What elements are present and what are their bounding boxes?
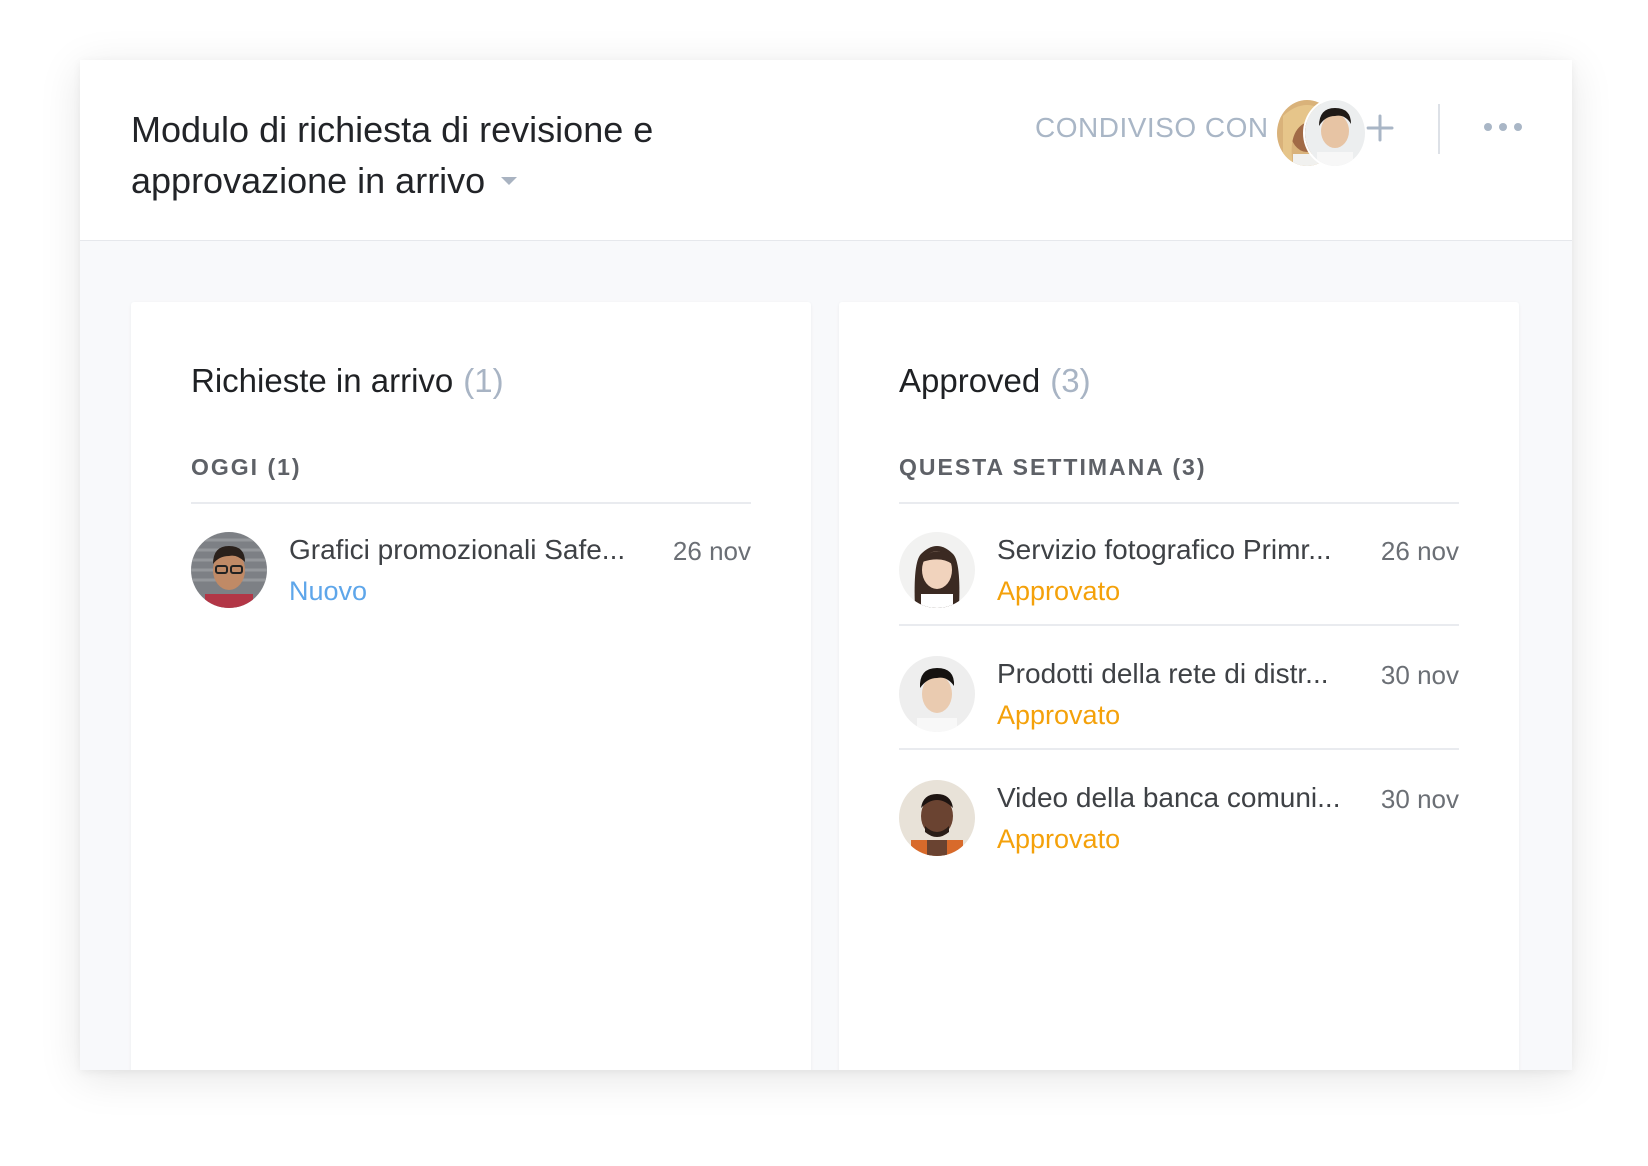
section-divider (191, 502, 751, 504)
column-incoming: Richieste in arrivo (1) OGGI (1) Grafici… (131, 302, 811, 1070)
avatar (899, 780, 975, 856)
column-title: Approved (3) (899, 362, 1091, 400)
chevron-down-icon[interactable] (501, 177, 518, 186)
avatar (899, 656, 975, 732)
column-count: (3) (1050, 362, 1091, 399)
avatar[interactable] (1303, 98, 1367, 168)
column-title-text: Richieste in arrivo (191, 362, 454, 399)
header-bar: Modulo di richiesta di revisione e appro… (80, 60, 1572, 241)
more-dots-icon (1484, 123, 1522, 131)
list-item[interactable]: Video della banca comuni... 30 nov Appro… (899, 780, 1459, 860)
header-divider (1438, 104, 1440, 154)
status-badge: Nuovo (289, 576, 368, 606)
section-divider (899, 502, 1459, 504)
list-item[interactable]: Grafici promozionali Safe... 26 nov Nuov… (191, 532, 751, 612)
column-count: (1) (463, 362, 504, 399)
item-title: Prodotti della rete di distr... (997, 658, 1329, 689)
column-title: Richieste in arrivo (1) (191, 362, 504, 400)
item-date: 30 nov (1380, 660, 1459, 690)
row-divider (899, 624, 1459, 626)
avatar (899, 532, 975, 608)
item-date: 30 nov (1380, 784, 1459, 814)
column-title-text: Approved (899, 362, 1041, 399)
item-title: Video della banca comuni... (997, 782, 1341, 813)
item-title: Grafici promozionali Safe... (289, 534, 626, 565)
item-date: 26 nov (1380, 536, 1459, 566)
app-window: Modulo di richiesta di revisione e appro… (80, 60, 1572, 1070)
status-badge: Approvato (997, 700, 1121, 730)
item-title: Servizio fotografico Primr... (997, 534, 1332, 565)
avatar (191, 532, 267, 608)
row-divider (899, 748, 1459, 750)
section-label: QUESTA SETTIMANA (3) (899, 454, 1207, 480)
section-label: OGGI (1) (191, 454, 302, 480)
item-date: 26 nov (672, 536, 751, 566)
status-badge: Approvato (997, 824, 1121, 854)
shared-with-label: CONDIVISO CON (1035, 112, 1269, 143)
list-item[interactable]: Servizio fotografico Primr... 26 nov App… (899, 532, 1459, 612)
column-approved: Approved (3) QUESTA SETTIMANA (3) Servizi… (839, 302, 1519, 1070)
list-item[interactable]: Prodotti della rete di distr... 30 nov A… (899, 656, 1459, 736)
status-badge: Approvato (997, 576, 1121, 606)
shared-avatars[interactable] (1275, 98, 1367, 168)
page-title[interactable]: Modulo di richiesta di revisione e appro… (131, 104, 691, 206)
page-title-text: Modulo di richiesta di revisione e appro… (131, 109, 654, 201)
more-options-button[interactable] (1480, 112, 1526, 142)
